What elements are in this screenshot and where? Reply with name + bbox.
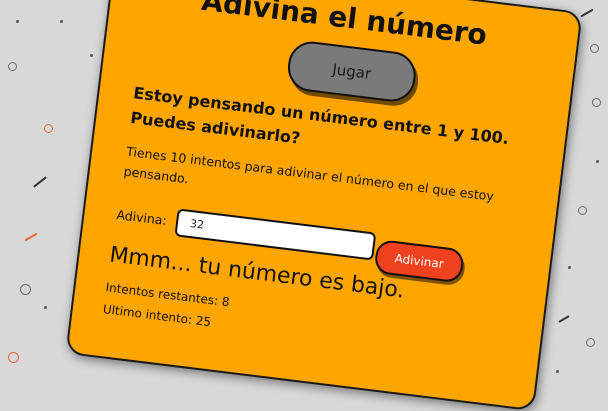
- bg-dot-6: [568, 266, 571, 269]
- bg-dot-2: [60, 20, 63, 23]
- bg-dot-4: [44, 306, 47, 309]
- guess-input[interactable]: 32: [174, 208, 377, 261]
- bg-ring-3: [20, 284, 31, 295]
- bg-dot-5: [596, 160, 599, 163]
- bg-dot-7: [556, 370, 559, 373]
- bg-ring-6: [592, 98, 601, 107]
- bg-ring-5: [590, 44, 599, 53]
- play-button[interactable]: Jugar: [285, 38, 419, 105]
- last-guess: Ultimo intento: 25: [102, 302, 212, 330]
- bg-dash-1: [33, 176, 47, 188]
- bg-dash-4: [558, 315, 570, 323]
- guess-label: Adivina:: [115, 207, 168, 229]
- bg-dot-1: [16, 20, 19, 23]
- bg-ring-4: [8, 352, 19, 363]
- bg-ring-7: [578, 206, 587, 215]
- game-card: Adivina el número Jugar Estoy pensando u…: [65, 0, 583, 411]
- bg-ring-8: [586, 338, 595, 347]
- bg-ring-1: [8, 62, 17, 71]
- bg-dash-3: [580, 8, 594, 18]
- bg-ring-2: [44, 124, 53, 133]
- bg-dash-2: [24, 232, 38, 242]
- bg-dot-3: [90, 54, 93, 57]
